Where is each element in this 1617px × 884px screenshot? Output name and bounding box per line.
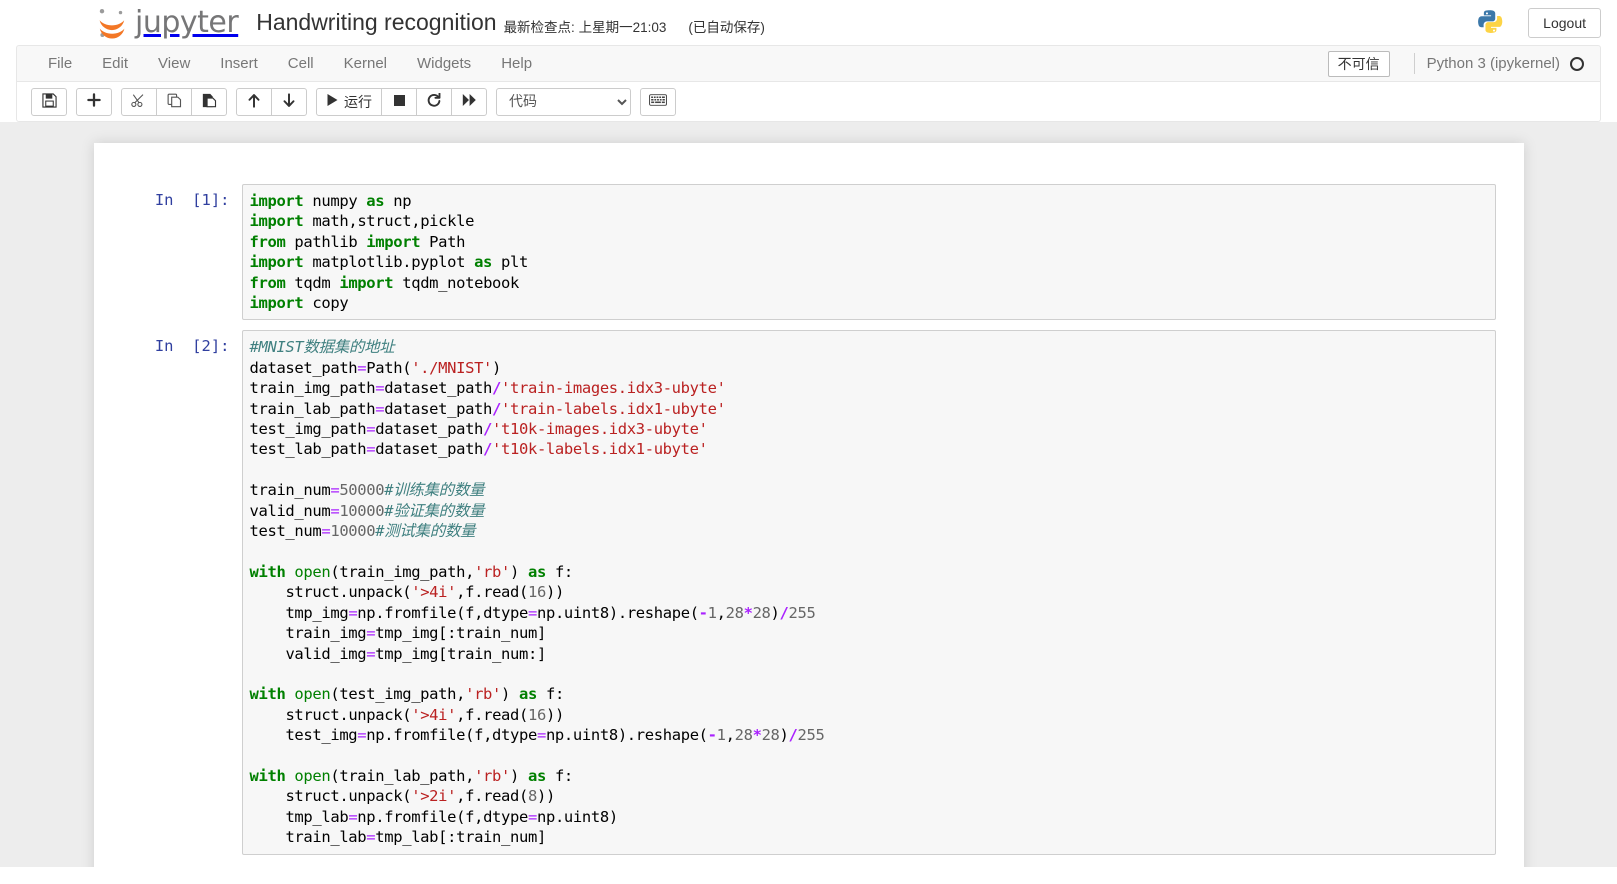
arrow-down-icon: [282, 92, 296, 111]
save-floppy-icon: [41, 92, 57, 111]
kernel-name-label: Python 3 (ipykernel): [1426, 55, 1560, 72]
paste-cell-button[interactable]: [191, 87, 227, 116]
run-control-group: 运行: [316, 87, 487, 116]
notebook-container: In [1]: import numpy as np import math,s…: [93, 143, 1524, 867]
restart-and-run-all-button[interactable]: [451, 87, 487, 116]
cut-cell-button[interactable]: [121, 87, 157, 116]
trust-notebook-badge[interactable]: 不可信: [1327, 50, 1390, 77]
fast-forward-icon: [462, 93, 477, 110]
insert-cell-below-button[interactable]: [76, 87, 112, 116]
header-right-group: Logout: [1476, 0, 1601, 45]
menu-cell[interactable]: Cell: [273, 46, 329, 81]
cell-2-input-prompt: In [2]:: [154, 337, 230, 356]
copy-icon: [167, 93, 182, 111]
toolbar-wrapper: 运行 代码 Markdown 原生 NBConvert 标: [0, 82, 1617, 122]
cell-1-input-area[interactable]: import numpy as np import math,struct,pi…: [241, 184, 1496, 321]
cell-2-input-area[interactable]: #MNIST数据集的地址 dataset_path=Path('./MNIST'…: [241, 330, 1496, 855]
menu-widgets[interactable]: Widgets: [402, 46, 486, 81]
clipboard-group: [121, 87, 227, 116]
save-group: [31, 87, 67, 116]
menu-view[interactable]: View: [143, 46, 205, 81]
header-bar: jupyter Handwriting recognition 最新检查点: 上…: [0, 0, 1617, 45]
cell-1-input-prompt: In [1]:: [154, 191, 230, 209]
kernel-separator: [1413, 53, 1415, 74]
menu-help[interactable]: Help: [486, 46, 547, 81]
code-cell-1[interactable]: In [1]: import numpy as np import math,s…: [94, 179, 1524, 325]
restart-circular-arrow-icon: [427, 92, 441, 111]
notebook-title[interactable]: Handwriting recognition: [256, 9, 496, 36]
jupyter-logo-icon: [97, 7, 127, 39]
keyboard-icon: [649, 94, 667, 109]
paste-icon: [202, 93, 217, 111]
cell-2-source[interactable]: #MNIST数据集的地址 dataset_path=Path('./MNIST'…: [250, 337, 1490, 847]
run-button-label: 运行: [344, 94, 372, 111]
interrupt-kernel-button[interactable]: [381, 87, 417, 116]
toolbar: 运行 代码 Markdown 原生 NBConvert 标: [16, 82, 1601, 122]
menu-file[interactable]: File: [33, 46, 87, 81]
menubar-wrapper: File Edit View Insert Cell Kernel Widget…: [0, 45, 1617, 82]
menu-insert[interactable]: Insert: [205, 46, 273, 81]
jupyter-logo-link[interactable]: jupyter: [97, 4, 239, 40]
menubar: File Edit View Insert Cell Kernel Widget…: [16, 45, 1601, 82]
arrow-up-icon: [247, 93, 261, 111]
run-cell-button[interactable]: 运行: [316, 87, 382, 116]
save-button[interactable]: [31, 87, 67, 116]
insert-cell-group: [76, 87, 112, 116]
logout-button[interactable]: Logout: [1528, 7, 1601, 38]
play-triangle-icon: [326, 93, 339, 110]
copy-cell-button[interactable]: [156, 87, 192, 116]
menubar-right-group: 不可信 Python 3 (ipykernel): [1327, 46, 1600, 81]
stop-square-icon: [393, 94, 406, 110]
code-cell-2[interactable]: In [2]: #MNIST数据集的地址 dataset_path=Path('…: [94, 325, 1524, 859]
menu-edit[interactable]: Edit: [87, 46, 143, 81]
python-logo-icon: [1476, 8, 1506, 38]
plus-icon: [87, 93, 101, 110]
scissors-icon: [131, 93, 147, 111]
move-cell-up-button[interactable]: [236, 87, 272, 116]
notebook-page-background: In [1]: import numpy as np import math,s…: [0, 122, 1617, 867]
cell-1-source[interactable]: import numpy as np import math,struct,pi…: [250, 191, 1490, 313]
restart-kernel-button[interactable]: [416, 87, 452, 116]
cell-type-select[interactable]: 代码 Markdown 原生 NBConvert 标题: [496, 87, 631, 116]
checkpoint-status: 最新检查点: 上星期一21:03: [503, 19, 667, 35]
kernel-idle-circle-icon[interactable]: [1570, 56, 1584, 71]
autosave-status: (已自动保存): [688, 19, 765, 35]
command-palette-button[interactable]: [640, 87, 676, 116]
menu-kernel[interactable]: Kernel: [329, 46, 402, 81]
jupyter-logo-text: jupyter: [135, 4, 239, 40]
move-cell-down-button[interactable]: [271, 87, 307, 116]
move-cell-group: [236, 87, 307, 116]
